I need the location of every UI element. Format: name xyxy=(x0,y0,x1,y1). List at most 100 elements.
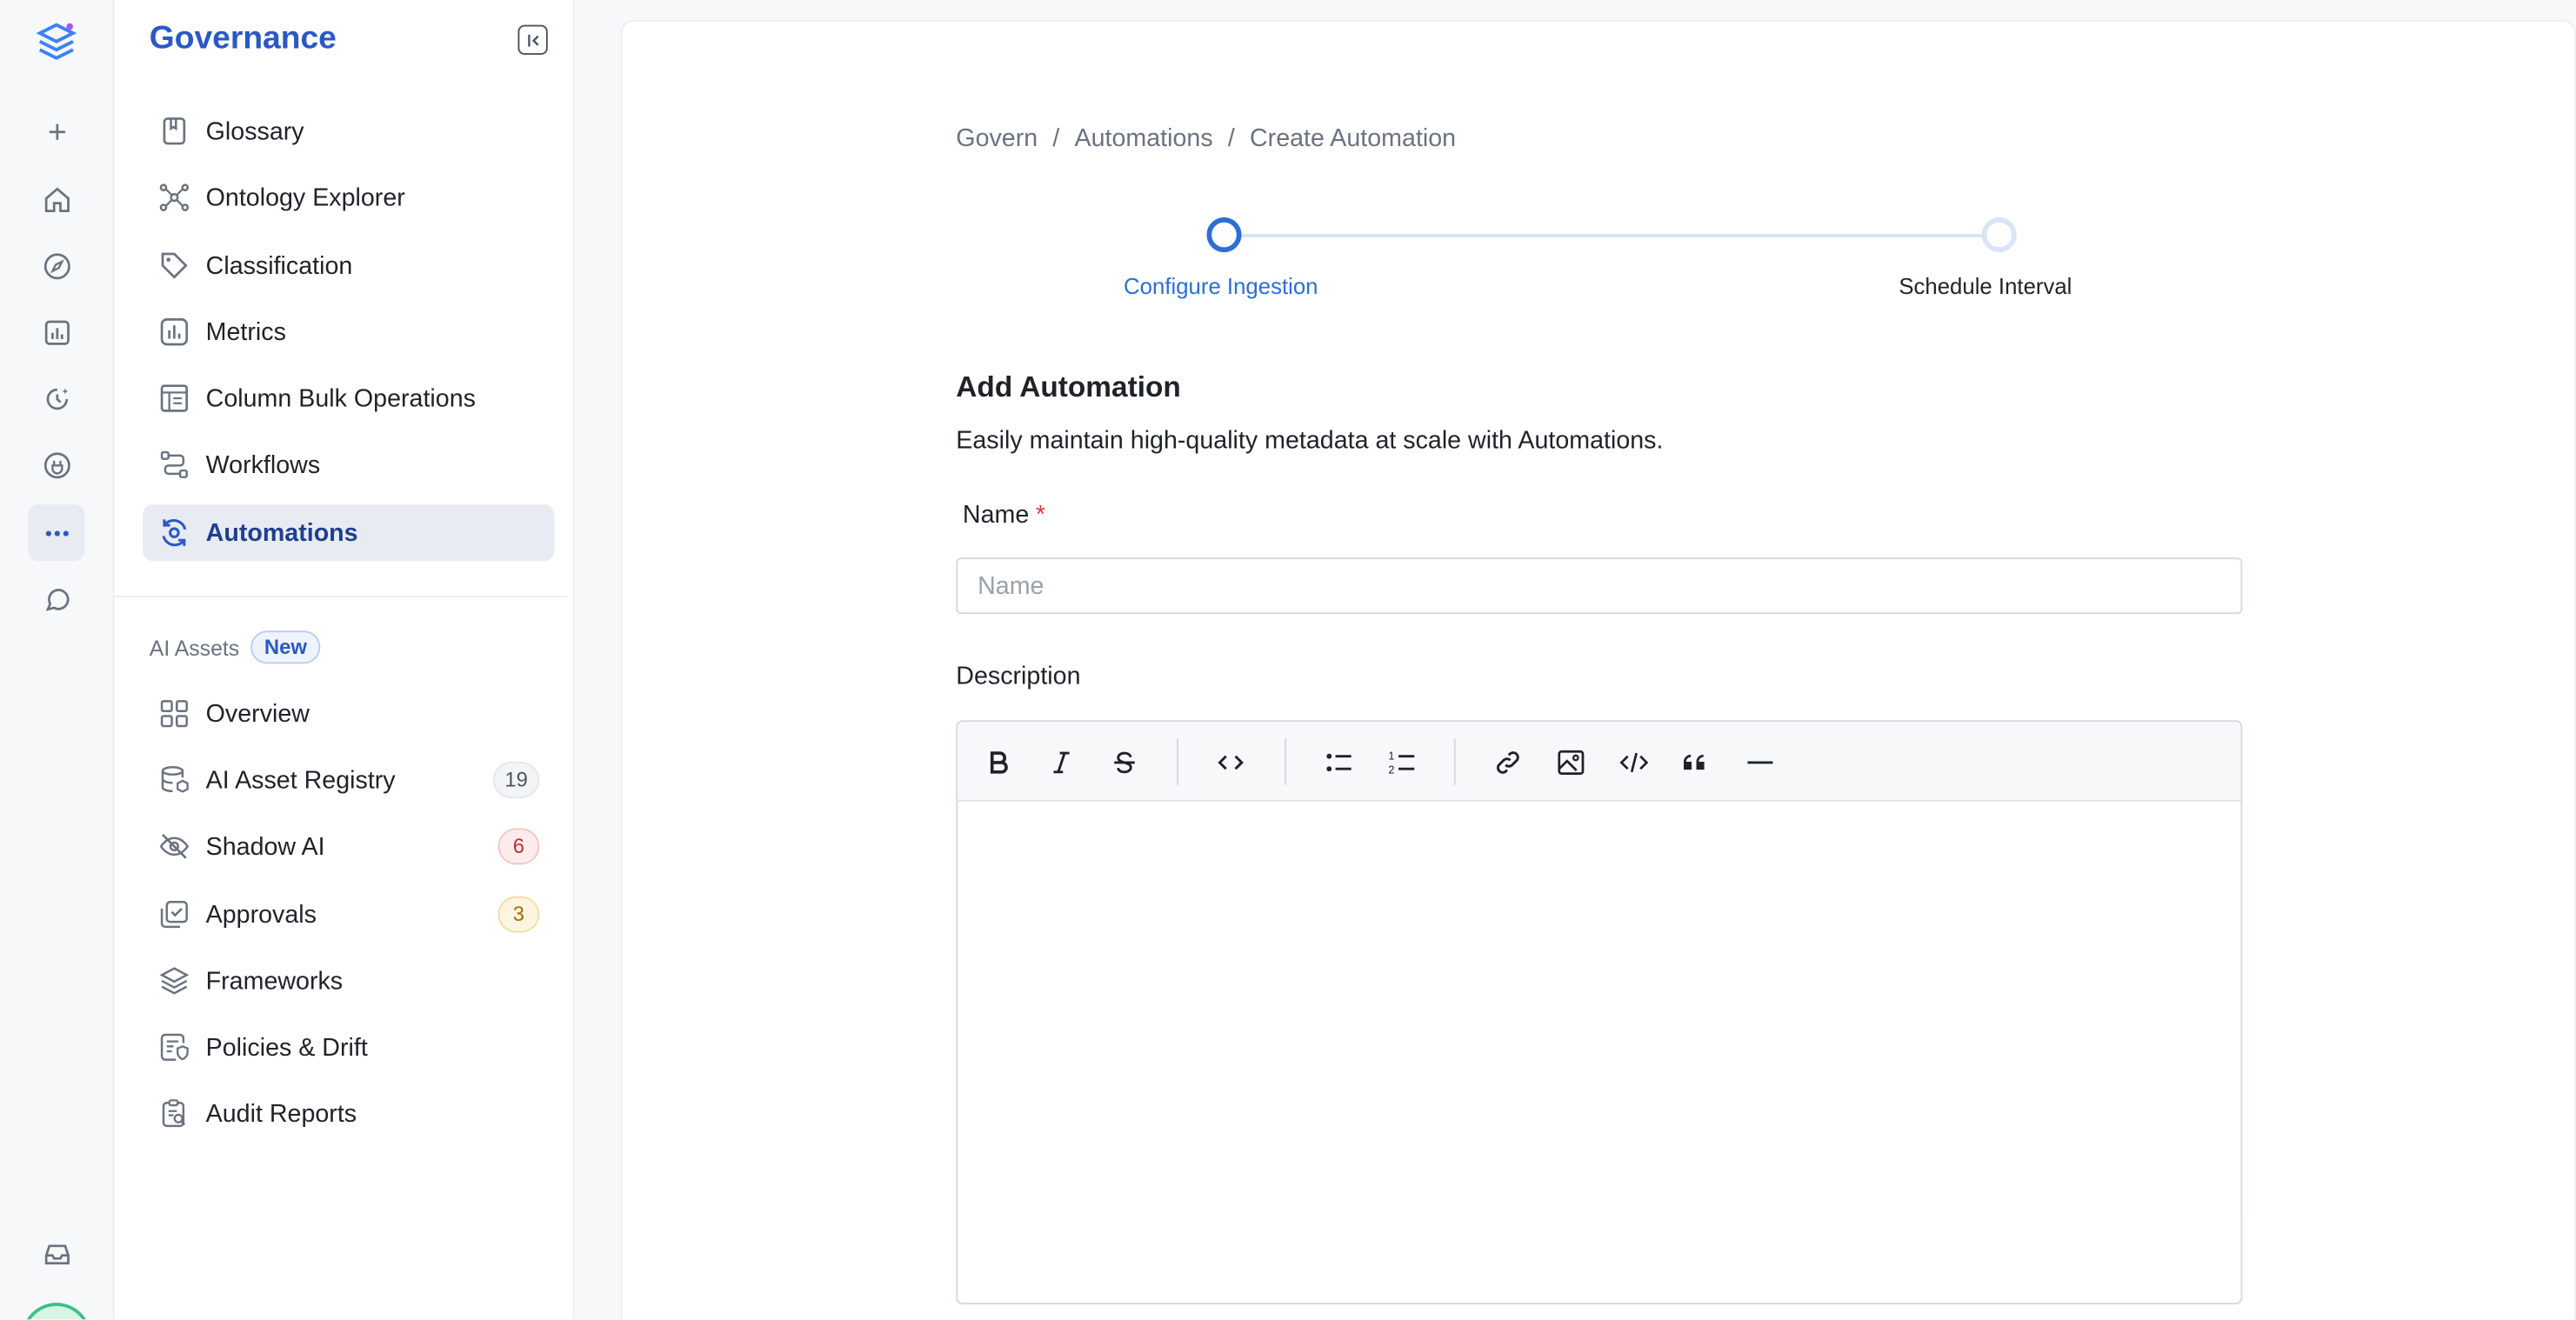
sidebar-item-label: Metrics xyxy=(205,317,286,346)
breadcrumb-govern[interactable]: Govern xyxy=(956,124,1038,152)
observability-icon[interactable] xyxy=(28,370,84,427)
editor-toolbar: 12 xyxy=(958,722,2241,802)
image-icon[interactable] xyxy=(1547,738,1593,784)
sidebar-divider xyxy=(114,596,568,598)
sidebar-item-overview[interactable]: Overview xyxy=(143,685,554,742)
sidebar-title: Governance xyxy=(149,19,337,57)
app-rail: K xyxy=(0,0,115,1320)
name-label-text: Name xyxy=(962,501,1030,530)
ai-assets-section-header: AI Assets New xyxy=(149,630,321,664)
sidebar-item-label: Ontology Explorer xyxy=(205,183,405,212)
sidebar-item-frameworks[interactable]: Frameworks xyxy=(143,952,554,1009)
inbox-icon[interactable] xyxy=(28,1224,84,1281)
explore-icon[interactable] xyxy=(28,237,84,294)
database-icon xyxy=(157,763,190,797)
home-icon[interactable] xyxy=(28,171,84,228)
form-subheading: Easily maintain high-quality metadata at… xyxy=(956,426,1664,455)
new-badge: New xyxy=(250,630,321,664)
collapse-sidebar-icon[interactable] xyxy=(517,24,548,55)
sidebar-item-policies-drift[interactable]: Policies & Drift xyxy=(143,1019,554,1076)
sidebar-item-label: Glossary xyxy=(205,117,304,145)
sidebar-item-approvals[interactable]: Approvals 3 xyxy=(143,886,554,943)
workflow-icon xyxy=(157,448,190,481)
plus-icon[interactable] xyxy=(28,103,84,159)
report-icon xyxy=(157,1097,190,1130)
link-icon[interactable] xyxy=(1484,738,1530,784)
sidebar-item-label: Column Bulk Operations xyxy=(205,383,476,413)
count-badge: 19 xyxy=(493,762,540,798)
sidebar-item-label: Audit Reports xyxy=(205,1099,357,1128)
stepper-connector xyxy=(1238,234,2002,237)
sidebar-item-workflows[interactable]: Workflows xyxy=(143,437,554,493)
section-label: AI Assets xyxy=(149,635,240,660)
eye-off-icon xyxy=(157,830,190,863)
logo-icon[interactable] xyxy=(35,20,78,63)
description-editor[interactable]: 12 xyxy=(956,720,2243,1305)
sidebar: Governance Glossary Ontology Explorer Cl… xyxy=(114,0,575,1320)
sidebar-item-label: Shadow AI xyxy=(205,832,325,861)
step-1-indicator xyxy=(1206,217,1242,253)
quote-icon[interactable] xyxy=(1673,738,1719,784)
toolbar-separator xyxy=(1453,738,1456,785)
form-heading: Add Automation xyxy=(956,370,1181,403)
main-panel: Govern / Automations / Create Automation Con… xyxy=(620,19,2576,1320)
policy-icon xyxy=(157,1030,190,1063)
bold-icon[interactable] xyxy=(974,738,1020,784)
layers-icon xyxy=(157,964,190,997)
sidebar-item-classification[interactable]: Classification xyxy=(143,237,554,294)
sidebar-item-label: Classification xyxy=(205,251,353,280)
italic-icon[interactable] xyxy=(1038,738,1084,784)
sidebar-item-label: Automations xyxy=(205,518,358,547)
sidebar-item-audit-reports[interactable]: Audit Reports xyxy=(143,1085,554,1142)
numbered-list-icon[interactable]: 12 xyxy=(1378,738,1424,784)
sidebar-item-label: AI Asset Registry xyxy=(205,765,396,795)
sidebar-item-label: Overview xyxy=(205,699,310,728)
sidebar-item-metrics[interactable]: Metrics xyxy=(143,303,554,360)
toolbar-separator xyxy=(1177,738,1179,785)
sidebar-item-column-bulk-operations[interactable]: Column Bulk Operations xyxy=(143,370,554,427)
chart-icon xyxy=(157,316,190,349)
sidebar-item-glossary[interactable]: Glossary xyxy=(143,103,554,159)
breadcrumb-separator: / xyxy=(1052,124,1060,153)
sidebar-item-ontology-explorer[interactable]: Ontology Explorer xyxy=(143,170,554,226)
grid-icon xyxy=(157,697,190,730)
svg-text:2: 2 xyxy=(1387,763,1393,776)
bullet-list-icon[interactable] xyxy=(1315,738,1361,784)
count-badge: 3 xyxy=(497,896,540,933)
breadcrumb-separator: / xyxy=(1227,124,1235,153)
sidebar-item-automations[interactable]: Automations xyxy=(143,504,555,562)
tag-icon xyxy=(157,249,190,282)
insights-icon[interactable] xyxy=(28,303,84,360)
approval-icon xyxy=(157,897,190,930)
code-block-icon[interactable] xyxy=(1610,738,1656,784)
sidebar-item-ai-asset-registry[interactable]: AI Asset Registry 19 xyxy=(143,752,554,809)
step-1-label: Configure Ingestion xyxy=(1124,273,1318,299)
strikethrough-icon[interactable] xyxy=(1100,738,1146,784)
chat-icon[interactable] xyxy=(28,571,84,628)
horizontal-rule-icon[interactable] xyxy=(1736,738,1782,784)
breadcrumb-automations[interactable]: Automations xyxy=(1075,124,1213,152)
governance-icon[interactable] xyxy=(28,437,84,493)
name-label: Name * xyxy=(963,501,1045,529)
count-badge: 6 xyxy=(497,828,540,865)
name-input[interactable] xyxy=(956,557,2243,615)
inline-code-icon[interactable] xyxy=(1206,738,1252,784)
breadcrumb-current: Create Automation xyxy=(1249,124,1457,153)
step-2-label: Schedule Interval xyxy=(1899,273,2072,299)
description-label: Description xyxy=(956,662,1081,690)
sidebar-item-label: Approvals xyxy=(205,900,317,929)
svg-text:1: 1 xyxy=(1387,749,1393,761)
sidebar-item-label: Workflows xyxy=(205,450,321,479)
toolbar-separator xyxy=(1285,738,1287,785)
automation-icon xyxy=(157,517,190,550)
breadcrumb: Govern / Automations / Create Automation xyxy=(956,124,1456,152)
required-mark: * xyxy=(1035,501,1046,530)
sidebar-item-label: Policies & Drift xyxy=(205,1033,368,1062)
graph-icon xyxy=(157,181,190,214)
more-icon[interactable] xyxy=(28,504,85,562)
sidebar-item-shadow-ai[interactable]: Shadow AI 6 xyxy=(143,818,554,875)
sidebar-item-label: Frameworks xyxy=(205,966,344,996)
avatar[interactable]: K xyxy=(21,1303,91,1320)
stepper: Configure Ingestion Schedule Interval xyxy=(956,217,2242,334)
table-icon xyxy=(157,382,190,415)
